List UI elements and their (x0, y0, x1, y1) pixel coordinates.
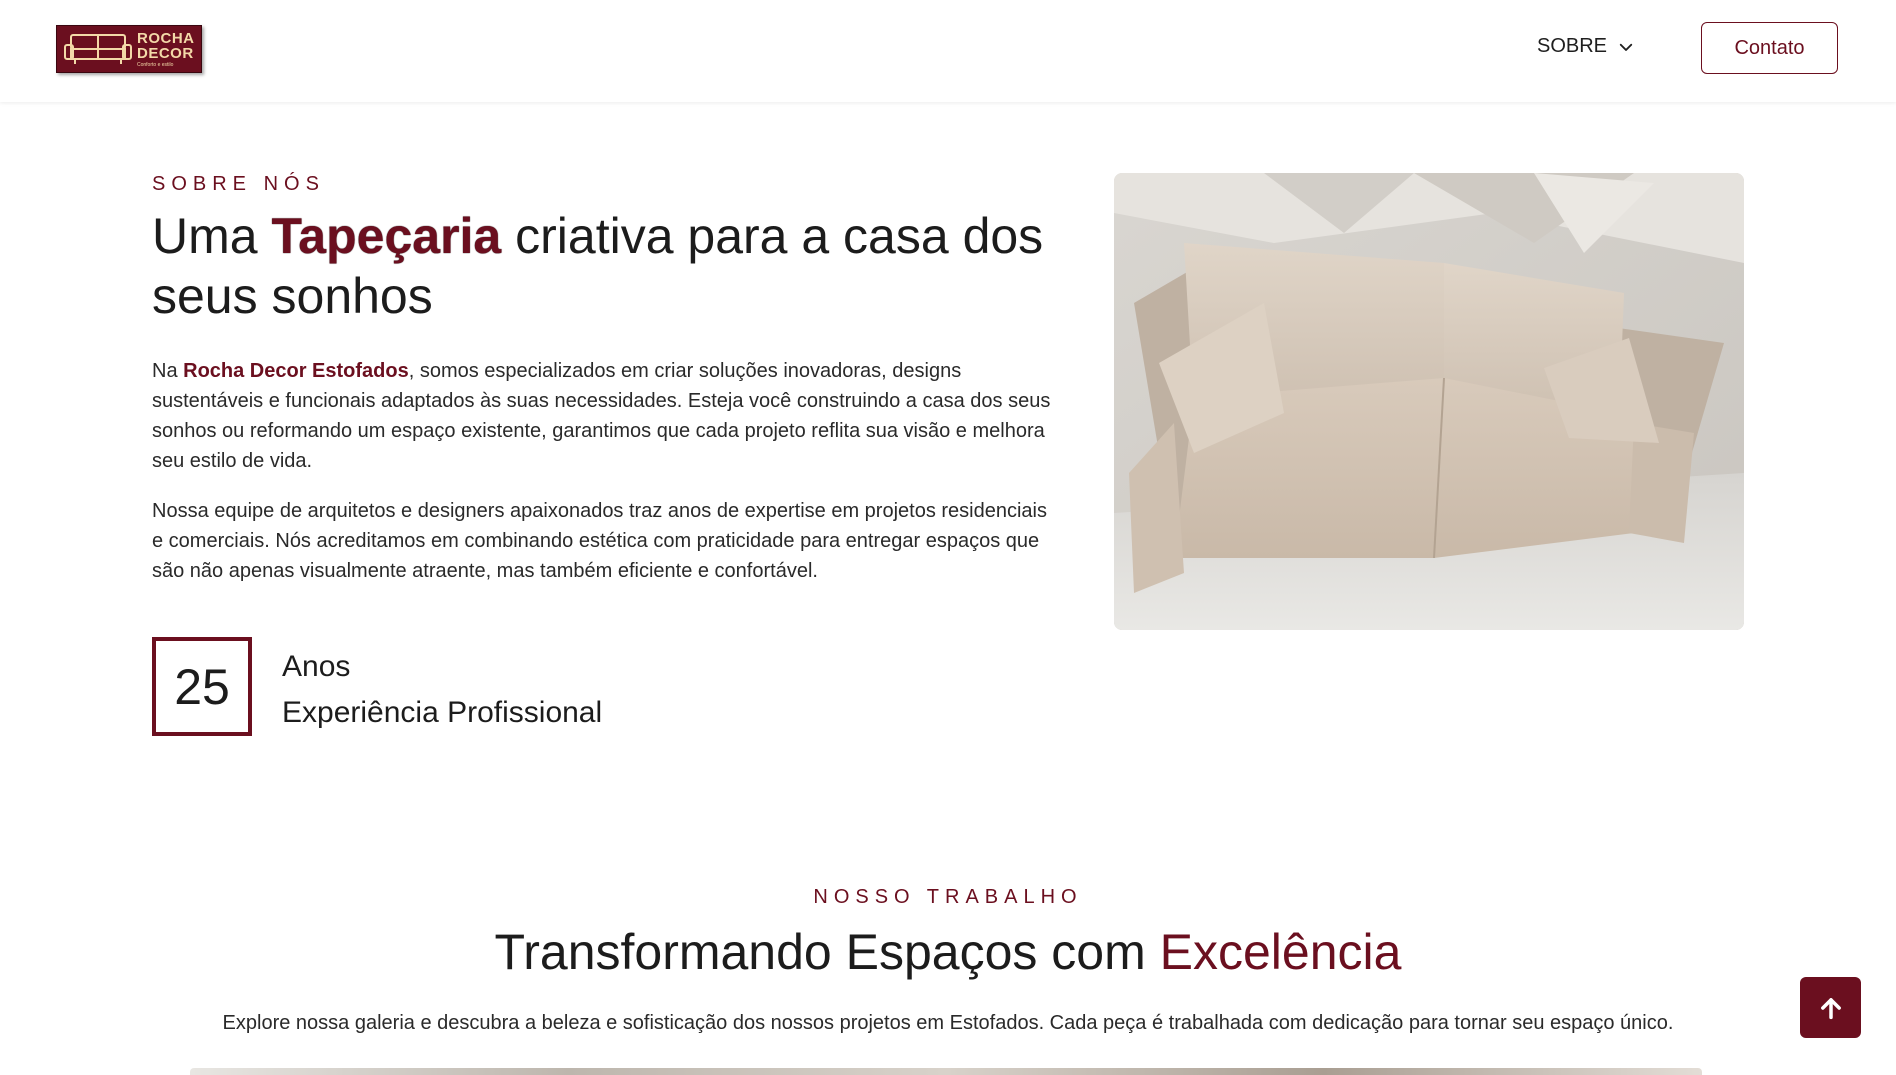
years-label-line2: Experiência Profissional (282, 696, 603, 729)
logo-line1: ROCHA (137, 29, 195, 47)
arrow-up-icon (1820, 997, 1841, 1019)
about-paragraph-2: Nossa equipe de arquitetos e designers a… (152, 500, 1047, 582)
logo-line2: DECOR (137, 44, 194, 62)
site-header: ROCHA DECOR Conforto e estilo SOBRE Cont… (0, 0, 1896, 102)
work-title-pre: Transformando Espaços com (494, 924, 1160, 980)
brand-name: Rocha Decor Estofados (183, 360, 409, 382)
about-title-pre: Uma (152, 208, 272, 264)
about-paragraph-1: Na Rocha Decor Estofados, somos especial… (152, 356, 1052, 476)
sofa-photo-illustration (1114, 173, 1744, 630)
back-to-top-button[interactable] (1800, 977, 1861, 1038)
years-experience-box: 25 (152, 637, 252, 736)
about-title-highlight: Tapeçaria (271, 208, 502, 264)
gallery-preview (190, 1068, 1702, 1075)
contato-button[interactable]: Contato (1701, 22, 1838, 74)
years-experience-label: Anos Experiência Profissional (282, 644, 602, 736)
para1-pre: Na (152, 360, 184, 382)
work-title-highlight: Excelência (1159, 924, 1402, 980)
work-eyebrow: NOSSO TRABALHO (813, 886, 1083, 908)
about-sofa-photo (1114, 173, 1744, 630)
years-label-line1: Anos (282, 650, 351, 683)
sofa-icon (64, 34, 132, 64)
work-description: Explore nossa galeria e descubra a belez… (222, 1012, 1674, 1034)
logo-tagline: Conforto e estilo (137, 61, 174, 68)
site-logo[interactable]: ROCHA DECOR Conforto e estilo (56, 25, 202, 73)
about-eyebrow: SOBRE NÓS (152, 173, 325, 195)
logo-text: ROCHA DECOR Conforto e estilo (137, 31, 195, 68)
years-value: 25 (174, 658, 230, 715)
about-title: Uma Tapeçaria criativa para a casa dos s… (152, 206, 1072, 326)
chevron-down-icon (1619, 43, 1633, 51)
nav-sobre-dropdown[interactable]: SOBRE (1537, 35, 1635, 58)
nav-sobre-label: SOBRE (1537, 35, 1608, 57)
work-title: Transformando Espaços com Excelência (0, 920, 1896, 984)
